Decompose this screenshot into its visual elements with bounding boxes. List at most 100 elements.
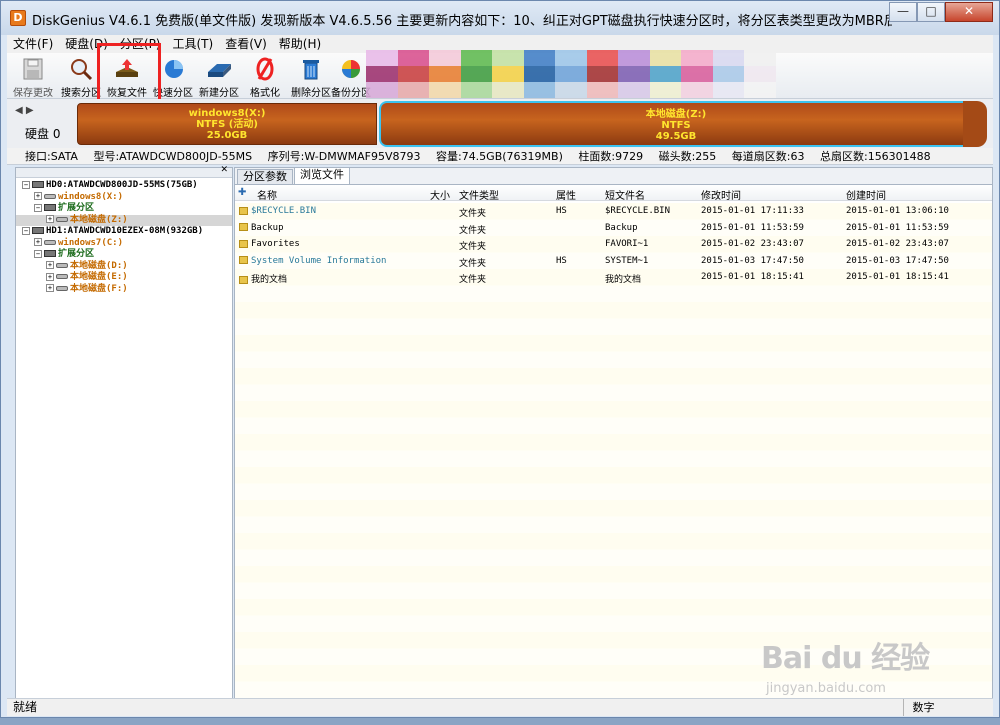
disk-tree-pane: ✕ − HD0:ATAWDCWD800JD-55MS(75GB) + windows8… <box>15 165 233 699</box>
disk-icon <box>44 250 56 257</box>
folder-icon <box>239 206 248 215</box>
drive-icon <box>44 193 56 199</box>
folder-icon <box>239 239 248 248</box>
file-name-cell: System Volume Information <box>239 256 386 266</box>
col-name[interactable]: 名称 <box>257 187 277 202</box>
col-modified[interactable]: 修改时间 <box>701 187 741 202</box>
partition-block-z[interactable]: 本地磁盘(Z:) NTFS 49.5GB <box>379 101 987 147</box>
format-button[interactable]: 格式化 <box>241 56 289 99</box>
tree-item[interactable]: + 本地磁盘(F:) <box>16 284 232 296</box>
heads-info: 磁头数:255 <box>658 150 717 163</box>
file-row[interactable]: Favorites 文件夹 FAVORI~1 2015-01-02 23:43:07 2… <box>235 236 992 253</box>
menu-help[interactable]: 帮助(H) <box>273 35 327 53</box>
file-row[interactable]: $RECYCLE.BIN 文件夹 HS $RECYCLE.BIN 2015-01-01 … <box>235 203 992 220</box>
file-type-cell: 文件夹 <box>459 275 487 285</box>
file-modified-cell: 2015-01-01 18:15:41 <box>701 272 804 282</box>
file-row[interactable]: 我的文档 文件夹 我的文档 2015-01-01 18:15:41 2015-01-01… <box>235 269 992 286</box>
col-type[interactable]: 文件类型 <box>459 187 499 202</box>
maximize-button[interactable]: □ <box>917 2 945 22</box>
tree-item[interactable]: + 本地磁盘(E:) <box>16 272 232 284</box>
disk-info-bar: 接口:SATA 型号:ATAWDCWD800JD-55MS 序列号:W-DMWM… <box>7 148 993 165</box>
save-changes-button[interactable]: 保存更改 <box>9 56 57 99</box>
file-type-cell: 文件夹 <box>459 242 487 252</box>
tree-item-label: HD1:ATAWDCWD10EZEX-08M(932GB) <box>46 226 204 236</box>
window-title: DiskGenius V4.6.1 免费版(单文件版) 发现新版本 V4.6.5… <box>32 14 892 29</box>
disk-icon <box>44 204 56 211</box>
tree-item[interactable]: + windows8(X:) <box>16 192 232 204</box>
expand-icon[interactable]: + <box>46 261 54 269</box>
file-row[interactable]: Backup 文件夹 Backup 2015-01-01 11:53:59 2015-0… <box>235 220 992 237</box>
col-created[interactable]: 创建时间 <box>846 187 886 202</box>
new-partition-icon <box>208 64 231 77</box>
numlock-indicator: 数字 <box>903 699 943 716</box>
col-attr[interactable]: 属性 <box>556 187 576 202</box>
tree-item[interactable]: − 扩展分区 <box>16 203 232 215</box>
file-list: $RECYCLE.BIN 文件夹 HS $RECYCLE.BIN 2015-01-01 … <box>235 203 992 698</box>
file-short-cell: FAVORI~1 <box>605 239 649 249</box>
file-name-cell: $RECYCLE.BIN <box>239 206 316 216</box>
status-text: 就绪 <box>13 700 38 714</box>
tree-item[interactable]: − HD0:ATAWDCWD800JD-55MS(75GB) <box>16 180 232 192</box>
tree-item-label: 扩展分区 <box>58 203 95 213</box>
tree-item[interactable]: − HD1:ATAWDCWD10EZEX-08M(932GB) <box>16 226 232 238</box>
file-modified-cell: 2015-01-03 17:47:50 <box>701 255 804 266</box>
collapse-icon[interactable]: − <box>22 226 30 235</box>
tree-item[interactable]: + 本地磁盘(Z:) <box>16 214 232 226</box>
file-modified-cell: 2015-01-01 11:53:59 <box>701 222 804 233</box>
menu-tools[interactable]: 工具(T) <box>167 35 220 53</box>
total-sectors-info: 总扇区数:156301488 <box>819 150 931 163</box>
file-type-cell: 文件夹 <box>459 225 487 236</box>
minimize-button[interactable]: — <box>889 2 917 22</box>
drive-icon <box>56 216 68 222</box>
file-created-cell: 2015-01-03 17:47:50 <box>846 255 949 266</box>
menu-view[interactable]: 查看(V) <box>219 35 273 53</box>
tree-item[interactable]: + windows7(C:) <box>16 238 232 250</box>
file-name-cell: Favorites <box>239 239 300 249</box>
title-bar: D DiskGenius V4.6.1 免费版(单文件版) 发现新版本 V4.6… <box>1 1 999 35</box>
tab-browse-files[interactable]: 浏览文件 <box>294 167 350 184</box>
expand-icon[interactable]: + <box>34 192 42 200</box>
file-name-cell: Backup <box>239 223 284 233</box>
disk-icon <box>32 227 44 234</box>
collapse-icon[interactable]: − <box>34 203 42 212</box>
collapse-icon[interactable]: − <box>34 249 42 258</box>
disk-nav-arrows[interactable]: ◀ ▶ <box>15 105 34 116</box>
file-modified-cell: 2015-01-01 17:11:33 <box>701 206 804 216</box>
trash-icon <box>303 60 319 80</box>
tree-item[interactable]: + 本地磁盘(D:) <box>16 261 232 273</box>
tree-item-label: HD0:ATAWDCWD800JD-55MS(75GB) <box>46 180 198 190</box>
file-browser-pane: 分区参数 浏览文件 ✚ 名称 大小 文件类型 属性 短文件名 修改时间 创建时间… <box>234 167 993 699</box>
collapse-icon[interactable]: − <box>22 180 30 189</box>
watermark-url: jingyan.baidu.com <box>766 681 886 696</box>
expand-icon[interactable]: + <box>46 215 54 223</box>
partition-block-x[interactable]: windows8(X:) NTFS (活动) 25.0GB <box>77 103 377 145</box>
expand-icon[interactable]: + <box>34 238 42 246</box>
drive-icon <box>56 262 68 268</box>
disk-tree: − HD0:ATAWDCWD800JD-55MS(75GB) + windows8(X… <box>16 178 232 295</box>
expand-icon[interactable]: + <box>46 284 54 292</box>
file-row[interactable]: System Volume Information 文件夹 HS SYSTEM~1 20… <box>235 253 992 270</box>
up-folder-icon[interactable]: ✚ <box>238 187 246 198</box>
file-created-cell: 2015-01-01 18:15:41 <box>846 272 949 282</box>
file-attr-cell: HS <box>556 255 567 266</box>
file-type-cell: 文件夹 <box>459 209 487 219</box>
quick-partition-icon <box>165 60 183 78</box>
tree-item-label: 本地磁盘(Z:) <box>70 214 128 225</box>
col-size[interactable]: 大小 <box>430 187 450 202</box>
tree-item-label: 本地磁盘(E:) <box>70 272 128 282</box>
model-info: 型号:ATAWDCWD800JD-55MS <box>93 150 253 163</box>
expand-icon[interactable]: + <box>46 272 54 281</box>
tree-item[interactable]: − 扩展分区 <box>16 249 232 261</box>
col-short-name[interactable]: 短文件名 <box>605 187 645 202</box>
file-created-cell: 2015-01-01 13:06:10 <box>846 206 949 216</box>
new-partition-button[interactable]: 新建分区 <box>195 56 243 99</box>
close-pane-icon[interactable]: ✕ <box>220 165 228 175</box>
magnifier-icon <box>71 59 93 81</box>
drive-icon <box>56 274 68 279</box>
menu-file[interactable]: 文件(F) <box>7 35 59 53</box>
file-created-cell: 2015-01-02 23:43:07 <box>846 239 949 249</box>
close-button[interactable]: ✕ <box>945 2 993 22</box>
file-short-cell: SYSTEM~1 <box>605 255 649 266</box>
sectors-per-track-info: 每道扇区数:63 <box>731 150 805 163</box>
tab-partition-params[interactable]: 分区参数 <box>237 169 293 184</box>
